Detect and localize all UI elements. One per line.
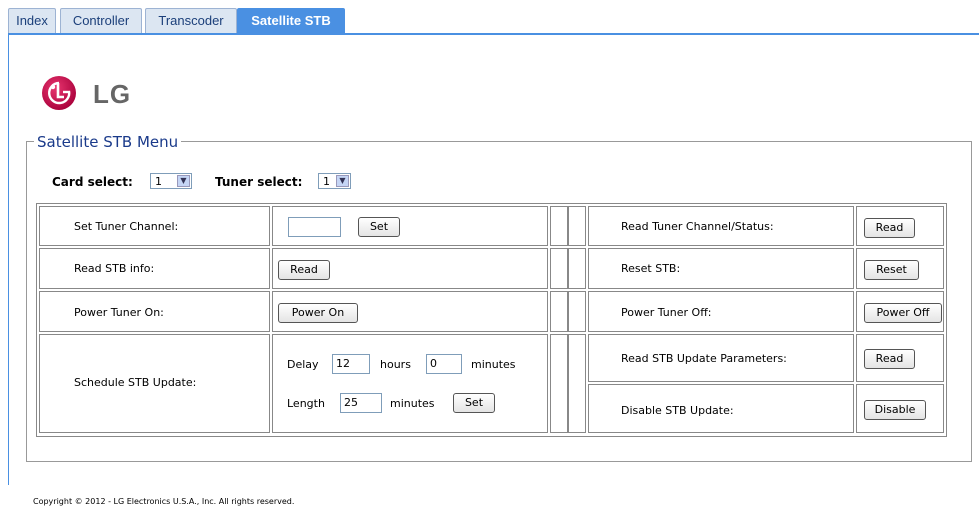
table-cell: Read	[856, 206, 944, 246]
spacer-cell	[550, 334, 568, 433]
chevron-down-icon: ▼	[177, 175, 190, 187]
table-cell: Schedule STB Update:	[39, 334, 270, 433]
spacer-cell	[568, 334, 586, 433]
minutes-label: minutes	[471, 358, 516, 371]
set-channel-label: Set Tuner Channel:	[74, 220, 179, 233]
delay-hours-input[interactable]: 12	[332, 354, 370, 374]
tuner-select-value: 1	[323, 175, 330, 188]
table-cell: Read	[856, 334, 944, 382]
table-cell: Reset STB:	[588, 248, 854, 289]
schedule-label: Schedule STB Update:	[74, 376, 197, 389]
hours-label: hours	[380, 358, 411, 371]
spacer-cell	[550, 291, 568, 332]
spacer-cell	[550, 248, 568, 289]
table-cell: Read STB Update Parameters:	[588, 334, 854, 382]
lg-logo: LG	[41, 75, 171, 111]
length-input[interactable]: 25	[340, 393, 382, 413]
tuner-select[interactable]: 1 ▼	[318, 173, 351, 189]
spacer-cell	[568, 248, 586, 289]
card-select-label: Card select:	[52, 175, 133, 189]
table-cell: Reset	[856, 248, 944, 289]
table-cell: Delay 12 hours 0 minutes Length 25 minut…	[272, 334, 548, 433]
reset-label: Reset STB:	[621, 262, 681, 275]
delay-minutes-input[interactable]: 0	[426, 354, 462, 374]
table-cell: Disable STB Update:	[588, 384, 854, 433]
table-cell: Power Tuner On:	[39, 291, 270, 332]
read-update-label: Read STB Update Parameters:	[621, 352, 787, 365]
lg-face-icon	[42, 76, 76, 110]
table-cell: Read STB info:	[39, 248, 270, 289]
copyright: Copyright © 2012 - LG Electronics U.S.A.…	[33, 497, 295, 506]
tab-controller[interactable]: Controller	[60, 8, 142, 33]
spacer-cell	[550, 206, 568, 246]
table-cell: Set	[272, 206, 548, 246]
table-cell: Read	[272, 248, 548, 289]
channel-input[interactable]	[288, 217, 341, 237]
read-update-button[interactable]: Read	[864, 349, 915, 369]
disable-update-button[interactable]: Disable	[864, 400, 926, 420]
table-cell: Set Tuner Channel:	[39, 206, 270, 246]
table-cell: Power Tuner Off:	[588, 291, 854, 332]
tuner-select-label: Tuner select:	[215, 175, 303, 189]
delay-label: Delay	[287, 358, 319, 371]
minutes-label: minutes	[390, 397, 435, 410]
command-table: Set Tuner Channel: Set Read Tuner Channe…	[36, 203, 947, 437]
power-on-label: Power Tuner On:	[74, 306, 164, 319]
read-channel-label: Read Tuner Channel/Status:	[621, 220, 774, 233]
card-select[interactable]: 1 ▼	[150, 173, 192, 189]
reset-button[interactable]: Reset	[864, 260, 919, 280]
tab-index[interactable]: Index	[8, 8, 56, 33]
content-left-border	[8, 35, 9, 485]
table-cell: Disable	[856, 384, 944, 433]
read-channel-button[interactable]: Read	[864, 218, 915, 238]
read-info-button[interactable]: Read	[278, 260, 330, 280]
power-off-button[interactable]: Power Off	[864, 303, 942, 323]
table-cell: Power On	[272, 291, 548, 332]
table-cell: Power Off	[856, 291, 944, 332]
power-on-button[interactable]: Power On	[278, 303, 358, 323]
tab-underline	[8, 33, 979, 35]
logo-text: LG	[93, 79, 132, 109]
length-label: Length	[287, 397, 325, 410]
read-info-label: Read STB info:	[74, 262, 155, 275]
disable-update-label: Disable STB Update:	[621, 404, 734, 417]
chevron-down-icon: ▼	[336, 175, 349, 187]
table-cell: Read Tuner Channel/Status:	[588, 206, 854, 246]
menu-title: Satellite STB Menu	[34, 133, 182, 151]
tab-transcoder[interactable]: Transcoder	[145, 8, 237, 33]
tab-satellite-stb[interactable]: Satellite STB	[237, 8, 345, 33]
card-select-value: 1	[155, 175, 162, 188]
schedule-set-button[interactable]: Set	[453, 393, 495, 413]
power-off-label: Power Tuner Off:	[621, 306, 712, 319]
set-channel-button[interactable]: Set	[358, 217, 400, 237]
spacer-cell	[568, 291, 586, 332]
spacer-cell	[568, 206, 586, 246]
